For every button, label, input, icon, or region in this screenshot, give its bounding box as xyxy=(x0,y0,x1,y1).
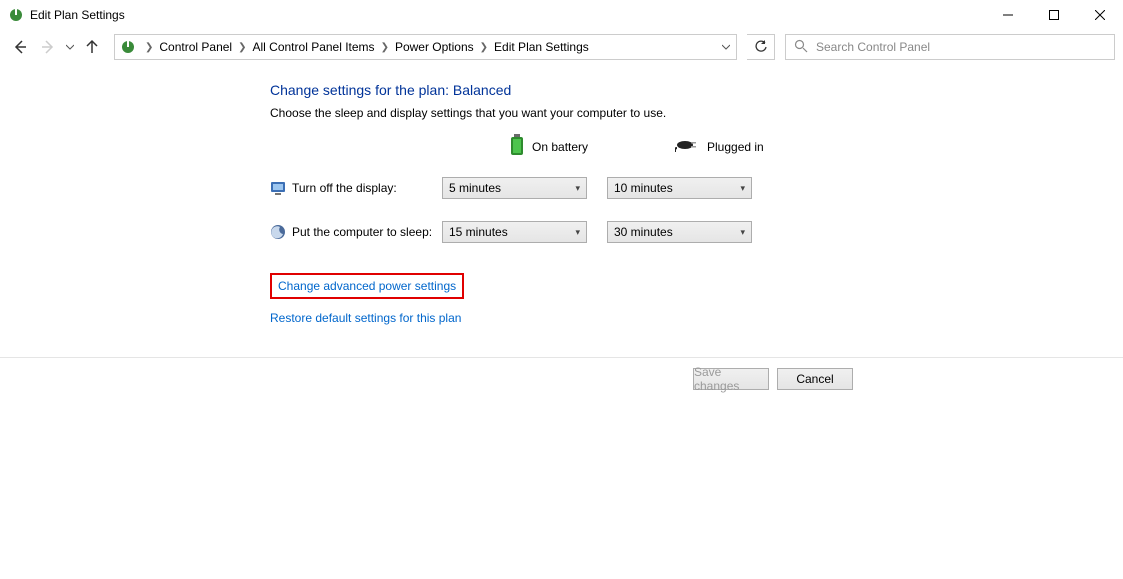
column-on-battery: On battery xyxy=(510,134,675,159)
save-button[interactable]: Save changes xyxy=(693,368,769,390)
search-input[interactable] xyxy=(814,39,1114,55)
breadcrumb-item[interactable]: All Control Panel Items xyxy=(251,40,377,54)
battery-icon xyxy=(510,134,524,159)
display-icon xyxy=(270,180,286,196)
chevron-down-icon: ▾ xyxy=(740,183,745,194)
row-sleep: Put the computer to sleep: 15 minutes ▾ … xyxy=(270,221,1123,243)
maximize-button[interactable] xyxy=(1031,0,1077,30)
column-plugged-in: Plugged in xyxy=(675,138,820,155)
cancel-button[interactable]: Cancel xyxy=(777,368,853,390)
close-button[interactable] xyxy=(1077,0,1123,30)
refresh-button[interactable] xyxy=(747,34,775,60)
forward-button[interactable] xyxy=(36,35,60,59)
sleep-plugged-dropdown[interactable]: 30 minutes ▾ xyxy=(607,221,752,243)
chevron-right-icon[interactable]: ❯ xyxy=(377,42,393,53)
search-icon xyxy=(794,39,808,56)
row-turn-off-display: Turn off the display: 5 minutes ▾ 10 min… xyxy=(270,177,1123,199)
content-area: Change settings for the plan: Balanced C… xyxy=(0,64,1123,339)
back-button[interactable] xyxy=(8,35,32,59)
search-box[interactable] xyxy=(785,34,1115,60)
breadcrumb-item[interactable]: Control Panel xyxy=(157,40,234,54)
chevron-right-icon[interactable]: ❯ xyxy=(476,42,492,53)
up-button[interactable] xyxy=(80,35,104,59)
chevron-down-icon: ▾ xyxy=(575,227,580,238)
link-advanced-settings[interactable]: Change advanced power settings xyxy=(278,279,456,293)
plug-icon xyxy=(675,138,699,155)
titlebar: Edit Plan Settings xyxy=(0,0,1123,30)
chevron-down-icon: ▾ xyxy=(575,183,580,194)
power-options-icon xyxy=(8,7,24,23)
link-restore-defaults[interactable]: Restore default settings for this plan xyxy=(270,311,461,325)
nav-bar: ❯ Control Panel ❯ All Control Panel Item… xyxy=(0,30,1123,64)
sleep-battery-dropdown[interactable]: 15 minutes ▾ xyxy=(442,221,587,243)
address-dropdown-button[interactable] xyxy=(716,35,736,59)
page-heading: Change settings for the plan: Balanced xyxy=(270,82,1123,98)
window-title: Edit Plan Settings xyxy=(30,8,125,22)
display-plugged-dropdown[interactable]: 10 minutes ▾ xyxy=(607,177,752,199)
footer-bar: Save changes Cancel xyxy=(0,357,1123,399)
recent-locations-button[interactable] xyxy=(64,43,76,51)
highlight-box: Change advanced power settings xyxy=(270,273,464,299)
chevron-down-icon: ▾ xyxy=(740,227,745,238)
chevron-right-icon[interactable]: ❯ xyxy=(234,42,250,53)
page-subtext: Choose the sleep and display settings th… xyxy=(270,106,1123,120)
minimize-button[interactable] xyxy=(985,0,1031,30)
chevron-right-icon[interactable]: ❯ xyxy=(141,42,157,53)
power-options-icon xyxy=(119,38,137,56)
display-battery-dropdown[interactable]: 5 minutes ▾ xyxy=(442,177,587,199)
breadcrumb-item[interactable]: Edit Plan Settings xyxy=(492,40,591,54)
address-bar[interactable]: ❯ Control Panel ❯ All Control Panel Item… xyxy=(114,34,737,60)
sleep-icon xyxy=(270,224,286,240)
row-label: Put the computer to sleep: xyxy=(292,225,442,239)
breadcrumb-item[interactable]: Power Options xyxy=(393,40,476,54)
row-label: Turn off the display: xyxy=(292,181,442,195)
